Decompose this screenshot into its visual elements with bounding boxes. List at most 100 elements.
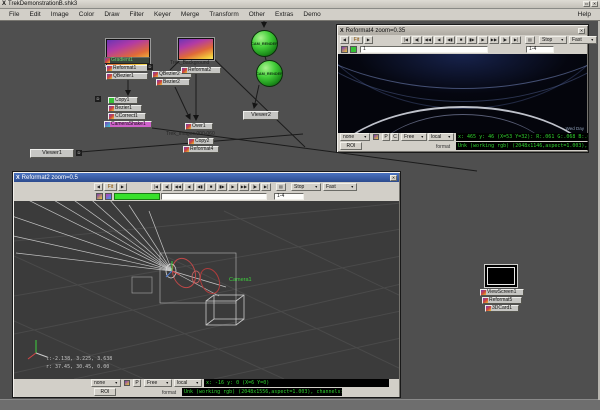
thumbnail-chip-icon[interactable] [107,74,112,79]
node-qbezier1[interactable]: QBezier1 [106,73,148,80]
buffer-b-chip-icon[interactable] [105,193,112,200]
menu-extras[interactable]: Extras [270,11,298,18]
flipbook-render-icon[interactable]: ▤ [276,183,286,191]
play-back-button[interactable]: ◀▮ [195,183,205,191]
thumbnail-chip-icon[interactable] [157,80,162,85]
zoom-out-button[interactable]: ◀ [340,36,349,44]
node-reformat5[interactable]: Reformat5 [482,297,522,304]
stop-button[interactable]: ■ [206,183,216,191]
trek-background-thumbnail[interactable] [178,38,214,60]
node-gradient1[interactable]: Gradient1 [104,57,150,64]
prev-keyframe-button[interactable]: ◀| [412,36,422,44]
playback-mode-select[interactable]: Stop▼ [291,183,321,191]
frame-range-field[interactable]: 1-4 [526,46,554,53]
stop-button[interactable]: ■ [456,36,466,44]
node-reformat4[interactable]: Reformat4 [183,146,219,153]
colorspace-select[interactable]: local▼ [174,379,202,387]
next-keyframe-button[interactable]: |▶ [250,183,260,191]
update-mode-select[interactable]: Free▼ [144,379,172,387]
frame-range-field[interactable]: 1-4 [274,193,304,200]
app-titlebar[interactable]: X TrekDemonstrationB.shk3 ▭ ✕ [0,0,600,9]
wire-knot[interactable]: D [147,64,153,70]
node-cam-render-2[interactable]: CAM_RENDER [256,60,283,87]
viewer-window-reformat4[interactable]: X Reformat4 zoom=0.35 ✕ ◀ Fit ▶ |◀ ◀| ◀◀… [336,24,589,153]
node-viewscreen1[interactable]: ViewScreen1 [480,289,524,296]
prev-keyframe-button[interactable]: ◀| [162,183,172,191]
fit-button[interactable]: Fit [104,183,117,191]
next-keyframe-button[interactable]: |▶ [500,36,510,44]
node-ccorrect1[interactable]: CCorrect1 [108,113,146,120]
viewerA-titlebar[interactable]: X Reformat4 zoom=0.35 ✕ [338,26,587,35]
menu-transform[interactable]: Transform [204,11,243,18]
minimize-icon[interactable]: ▭ [583,1,590,7]
thumbnail-chip-icon[interactable] [109,106,114,111]
rewind-button[interactable]: ◀◀ [173,183,183,191]
roi-button[interactable]: ROI [94,388,116,396]
menu-edit[interactable]: Edit [24,11,45,18]
node-over1[interactable]: Over1 [185,123,213,130]
thumbnail-chip-icon[interactable] [105,58,110,63]
buffer-a-chip-icon[interactable] [341,46,348,53]
active-frame-indicator[interactable] [114,193,160,200]
camera-label[interactable]: Camera1 [229,277,252,283]
thumbnail-chip-icon[interactable] [107,66,112,71]
viewerB-3d-viewport[interactable]: Camera1 t:-2.138, 3.225, 3.638 r: 37.45,… [14,201,399,379]
menu-file[interactable]: File [4,11,24,18]
thumbnail-chip-icon[interactable] [486,306,491,311]
compare-mode-select[interactable]: none▼ [91,379,121,387]
update-mode-select[interactable]: Free▼ [401,133,427,141]
thumbnail-chip-icon[interactable] [182,68,187,73]
thumbnail-chip-icon[interactable] [109,114,114,119]
play-back-button[interactable]: ◀▮ [445,36,455,44]
step-forward-button[interactable]: ▶ [478,36,488,44]
fit-button[interactable]: Fit [350,36,363,44]
thumbnail-chip-icon[interactable] [153,72,158,77]
thumbnail-chip-icon[interactable] [109,98,114,103]
wire-knot[interactable]: D [76,150,82,156]
node-bezier1[interactable]: Bezier1 [108,105,142,112]
playback-mode-select[interactable]: Stop▼ [539,36,567,44]
fast-forward-button[interactable]: ▶▶ [239,183,249,191]
fast-forward-button[interactable]: ▶▶ [489,36,499,44]
zoom-out-button[interactable]: ◀ [94,183,103,191]
menu-image[interactable]: Image [46,11,74,18]
menu-keyer[interactable]: Keyer [149,11,176,18]
thumbnail-chip-icon[interactable] [186,124,191,129]
node-copy2[interactable]: Copy2 [188,138,214,145]
close-icon[interactable]: ✕ [578,28,585,34]
wire-knot[interactable]: D [95,96,101,102]
viewerA-image[interactable]: Wed Day [338,54,587,133]
thumbnail-chip-icon[interactable] [481,290,486,295]
cache-button[interactable]: C [391,133,399,141]
compare-mode-select[interactable]: none▼ [340,133,370,141]
timeline-field[interactable] [161,193,267,200]
menu-color[interactable]: Color [74,11,100,18]
thumbnail-chip-icon[interactable] [184,147,189,152]
thumbnail-chip-icon[interactable] [105,122,110,127]
speed-select[interactable]: Fast▼ [323,183,357,191]
node-viewer1[interactable]: Viewer1 [30,149,74,158]
menu-filter[interactable]: Filter [124,11,148,18]
node-reformat2[interactable]: Reformat2 [181,67,221,74]
thumbnail-chip-icon[interactable] [189,139,194,144]
viewerB-titlebar[interactable]: X Reformat2 zoom=0.5 ✕ [14,173,399,182]
go-start-button[interactable]: |◀ [401,36,411,44]
colorspace-select[interactable]: local▼ [428,133,454,141]
menu-help[interactable]: Help [573,11,596,18]
channel-chip-icon[interactable] [373,134,379,140]
buffer-b-chip-icon[interactable] [350,46,357,53]
node-cam-render-1[interactable]: CAM_RENDER [251,30,278,57]
zoom-in-button[interactable]: ▶ [118,183,127,191]
node-bezier2[interactable]: Bezier2 [156,79,190,86]
thumbnail-chip-icon[interactable] [483,298,488,303]
close-icon[interactable]: ✕ [591,1,598,7]
viewer-window-reformat2[interactable]: X Reformat2 zoom=0.5 ✕ ◀ Fit ▶ |◀ ◀| ◀◀ … [12,171,401,398]
go-start-button[interactable]: |◀ [151,183,161,191]
timeline-field[interactable]: 1 [360,46,488,53]
node-copy1[interactable]: Copy1 [108,97,138,104]
flipbook-render-icon[interactable]: ▤ [525,36,535,44]
go-end-button[interactable]: ▶| [261,183,271,191]
roi-button[interactable]: ROI [340,142,362,150]
step-back-button[interactable]: ◀ [184,183,194,191]
menu-draw[interactable]: Draw [99,11,124,18]
